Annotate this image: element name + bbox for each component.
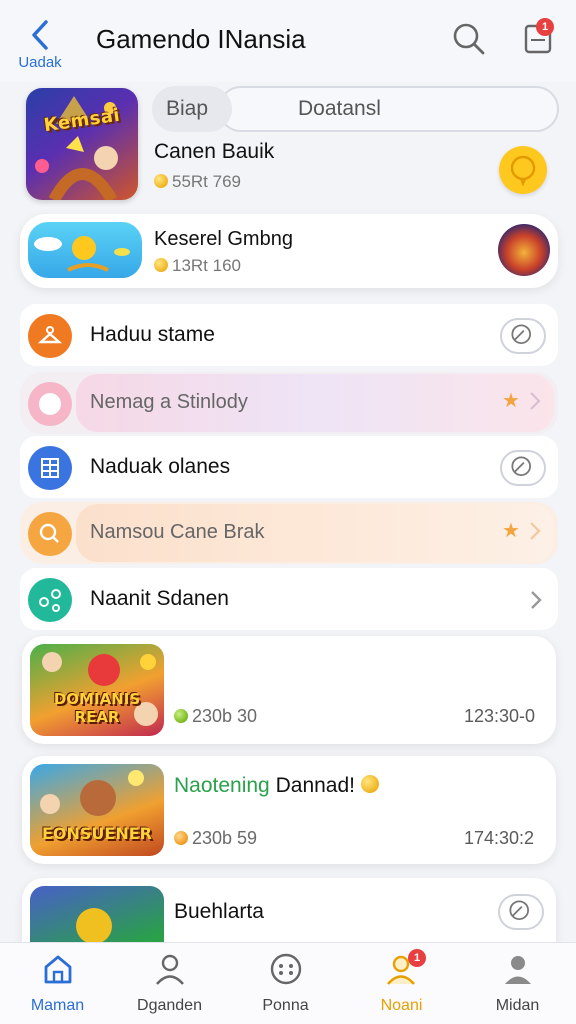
- card2-thumbnail: [28, 222, 142, 278]
- sync-icon: [509, 900, 529, 920]
- game-card-coin: 230b 59: [174, 828, 257, 849]
- user-outline-icon: [155, 954, 184, 985]
- nav-label: Ponna: [262, 997, 309, 1014]
- chat-bubble-icon: [510, 155, 536, 187]
- coin-icon: [174, 709, 188, 723]
- game-card-title-rest: Dannad!: [275, 774, 355, 797]
- profile-icon: [504, 956, 531, 984]
- featured-game-name: Canen Bauik: [154, 140, 275, 163]
- hanger-icon: [28, 314, 72, 358]
- coin-value: 230b 30: [192, 706, 258, 726]
- game-card-title: Buehlarta: [174, 900, 264, 923]
- game-card-time: 123:30-0: [464, 706, 536, 726]
- nav-item-noani[interactable]: 1 Noani: [344, 943, 459, 1024]
- nav-item-dganden[interactable]: Dganden: [112, 943, 227, 1024]
- bottom-nav: Maman Dganden Ponna 1 Noani Midan: [0, 942, 576, 1024]
- card2-name: Keserel Gmbng: [154, 228, 293, 250]
- card2-art: [34, 236, 130, 272]
- sync-icon: [511, 324, 531, 344]
- share-icon: [28, 578, 72, 622]
- chat-bubble-icon: [28, 382, 72, 426]
- emoji-icon: [360, 775, 379, 793]
- notification-badge: 1: [536, 18, 554, 36]
- sync-badge[interactable]: [500, 318, 546, 354]
- back-label: Uadak: [18, 54, 62, 71]
- bubble-action-button[interactable]: [499, 146, 547, 194]
- card2-avatar[interactable]: [498, 224, 550, 276]
- page-title: Gamendo INansia: [96, 24, 306, 54]
- grid-list-icon: [28, 446, 72, 490]
- list-item-namsou[interactable]: Namsou Cane Brak ★: [20, 502, 558, 564]
- game-card-thumbnail: EONSUENER: [30, 764, 164, 856]
- game-card-thumb-title: EONSUENER: [41, 824, 152, 843]
- game-card-domianis[interactable]: DOMIANIS REAR 230b 30 123:30-0: [22, 636, 556, 744]
- search-pill-text: Doatansl: [298, 97, 381, 120]
- nav-badge: 1: [408, 949, 426, 967]
- chevron-left-icon: [32, 20, 48, 50]
- coin-icon: [154, 174, 168, 188]
- list-item-label: Namsou Cane Brak: [90, 521, 265, 543]
- game-card-coin: 230b 30: [174, 706, 257, 727]
- list-item-label: Haduu stame: [90, 323, 215, 346]
- search-icon: [28, 512, 72, 556]
- notifications-button[interactable]: 1: [518, 18, 558, 58]
- featured-game-thumbnail[interactable]: Kemsai: [26, 88, 138, 200]
- featured-game[interactable]: Kemsai Doatansl Biap Canen Bauik 55Rt 76…: [18, 82, 563, 207]
- nav-label: Noani: [380, 997, 423, 1014]
- game-card-time: 174:30:2: [464, 828, 535, 848]
- search-icon[interactable]: [450, 20, 488, 58]
- home-icon: [44, 955, 71, 984]
- nav-item-ponna[interactable]: Ponna: [228, 943, 343, 1024]
- game-card-thumb-title: DOMIANIS REAR: [53, 690, 141, 726]
- list-item-naanit[interactable]: Naanit Sdanen: [20, 568, 558, 630]
- nav-label: Maman: [30, 997, 85, 1014]
- menu-list: Haduu stame Nemag a Stinlody ★ Naduak ol…: [20, 304, 558, 630]
- featured-game-meta: 55Rt 769: [154, 172, 241, 192]
- nav-item-home[interactable]: Maman: [0, 943, 115, 1024]
- nav-item-midan[interactable]: Midan: [460, 943, 575, 1024]
- nav-label: Dganden: [137, 997, 202, 1014]
- game-card-title: Naotening Dannad!: [174, 774, 383, 798]
- back-button[interactable]: Uadak: [10, 18, 70, 71]
- list-item-naduak[interactable]: Naduak olanes: [20, 436, 558, 498]
- search-pill-group: Doatansl Biap: [152, 86, 559, 132]
- card2-meta: 13Rt 160: [154, 256, 241, 276]
- search-pill[interactable]: Doatansl: [218, 86, 559, 132]
- featured-meta-value: 55Rt 769: [172, 172, 241, 191]
- star-icon: ★: [502, 390, 520, 412]
- chevron-right-icon: [530, 522, 541, 540]
- list-item-haduu[interactable]: Haduu stame: [20, 304, 558, 366]
- star-icon: ★: [502, 520, 520, 542]
- list-item-label: Nemag a Stinlody: [90, 391, 248, 413]
- chevron-right-icon: [531, 591, 542, 609]
- list-item-label: Naanit Sdanen: [90, 587, 229, 610]
- coin-icon: [154, 258, 168, 272]
- sync-icon: [511, 456, 531, 476]
- game-card-thumbnail: DOMIANIS REAR: [30, 644, 164, 736]
- chevron-right-icon: [530, 392, 541, 410]
- list-item-label: Naduak olanes: [90, 455, 231, 478]
- sync-badge[interactable]: [500, 450, 546, 486]
- game-card-title-highlight: Naotening: [174, 774, 270, 797]
- filter-pill[interactable]: Biap: [152, 86, 232, 132]
- gamepad-icon: [270, 953, 301, 985]
- list-item-nemag[interactable]: Nemag a Stinlody ★: [20, 372, 558, 434]
- game-card-eonsuener[interactable]: EONSUENER Naotening Dannad! 230b 59 174:…: [22, 756, 556, 864]
- card2-meta-value: 13Rt 160: [172, 256, 241, 275]
- coin-value: 230b 59: [192, 828, 258, 848]
- coin-icon: [174, 831, 188, 845]
- nav-label: Midan: [495, 997, 540, 1014]
- game-card-keserel[interactable]: Keserel Gmbng 13Rt 160: [20, 214, 558, 288]
- sync-badge[interactable]: [498, 894, 544, 930]
- app-header: Uadak Gamendo INansia 1: [0, 0, 576, 82]
